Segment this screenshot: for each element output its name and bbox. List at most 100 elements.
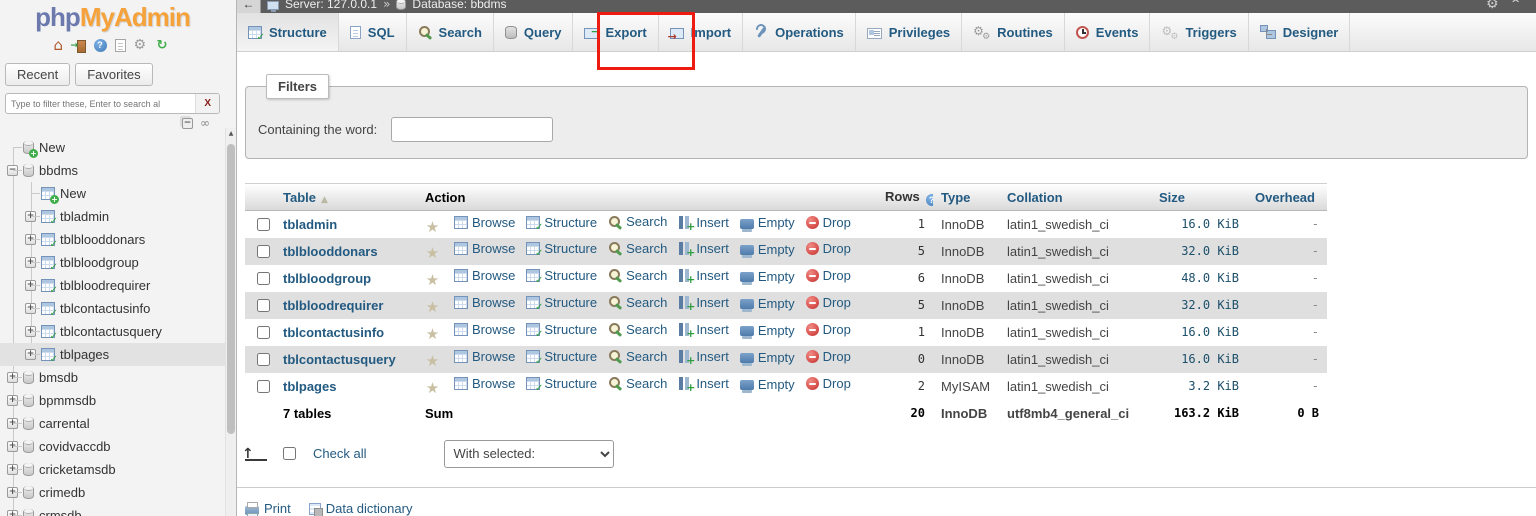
favorite-star-icon[interactable]: [425, 220, 440, 235]
table-name-link[interactable]: tblbloodrequirer: [283, 298, 383, 313]
expander-icon[interactable]: +: [25, 257, 36, 268]
action-insert-link[interactable]: Insert: [678, 376, 729, 394]
row-checkbox[interactable]: [257, 271, 270, 285]
back-button[interactable]: ←: [237, 0, 261, 13]
action-insert-link[interactable]: Insert: [678, 349, 729, 367]
action-empty-link[interactable]: Empty: [739, 323, 795, 340]
action-search-link[interactable]: Search: [608, 322, 667, 337]
header-table[interactable]: Table ▲: [275, 183, 417, 211]
tree-filter-input[interactable]: [6, 98, 196, 109]
tree-item-label[interactable]: tblcontactusquery: [60, 320, 162, 343]
reload-button[interactable]: [157, 38, 172, 53]
action-structure-link[interactable]: Structure: [526, 215, 597, 233]
expander-icon[interactable]: +: [7, 510, 18, 516]
tree-item-label[interactable]: tblblooddonars: [60, 228, 145, 251]
table-name-link[interactable]: tblcontactusquery: [283, 352, 396, 367]
action-browse-link[interactable]: Browse: [454, 295, 515, 310]
tree-item-label[interactable]: New: [39, 136, 65, 159]
action-insert-link[interactable]: Insert: [678, 268, 729, 286]
favorite-star-icon[interactable]: [425, 354, 440, 369]
expander-icon[interactable]: −: [7, 165, 18, 176]
table-name-link[interactable]: tblcontactusinfo: [283, 325, 384, 340]
tab-favorites[interactable]: Favorites: [75, 63, 153, 86]
action-search-link[interactable]: Search: [608, 268, 667, 283]
breadcrumb-server[interactable]: Server: 127.0.0.1: [285, 0, 377, 11]
tree-item-bpmmsdb[interactable]: + bpmmsdb: [0, 389, 225, 412]
expander-icon[interactable]: +: [25, 326, 36, 337]
favorite-star-icon[interactable]: [425, 246, 440, 261]
tree-item-tblblooddonars[interactable]: + tblblooddonars: [0, 228, 225, 251]
tab-structure[interactable]: Structure: [237, 13, 339, 51]
action-browse-link[interactable]: Browse: [454, 268, 515, 283]
tab-sql[interactable]: SQL: [339, 13, 407, 51]
settings-button[interactable]: [134, 38, 149, 53]
expander-icon[interactable]: +: [7, 372, 18, 383]
tab-export[interactable]: Export: [573, 13, 659, 51]
tab-operations[interactable]: Operations: [743, 13, 856, 51]
tree-item-label[interactable]: tblcontactusinfo: [60, 297, 150, 320]
filter-clear-button[interactable]: X: [195, 94, 219, 113]
with-selected-select[interactable]: With selected:: [444, 439, 615, 468]
tree-item-label[interactable]: covidvaccdb: [39, 435, 111, 458]
favorite-star-icon[interactable]: [425, 327, 440, 342]
action-search-link[interactable]: Search: [608, 376, 667, 391]
action-empty-link[interactable]: Empty: [739, 269, 795, 286]
tab-events[interactable]: Events: [1065, 13, 1151, 51]
expander-icon[interactable]: +: [25, 211, 36, 222]
action-search-link[interactable]: Search: [608, 295, 667, 310]
action-structure-link[interactable]: Structure: [526, 322, 597, 340]
action-drop-link[interactable]: Drop: [805, 241, 851, 256]
action-structure-link[interactable]: Structure: [526, 295, 597, 313]
table-name-link[interactable]: tblbloodgroup: [283, 271, 371, 286]
action-browse-link[interactable]: Browse: [454, 376, 515, 391]
scrollbar-up-arrow[interactable]: ▲: [226, 130, 236, 137]
tab-privileges[interactable]: Privileges: [856, 13, 963, 51]
tree-item-covidvaccdb[interactable]: + covidvaccdb: [0, 435, 225, 458]
action-drop-link[interactable]: Drop: [805, 295, 851, 310]
action-drop-link[interactable]: Drop: [805, 322, 851, 337]
tree-item-bbdms[interactable]: − bbdms: [0, 159, 225, 182]
tree-item-label[interactable]: New: [60, 182, 86, 205]
tree-item-tblcontactusquery[interactable]: + tblcontactusquery: [0, 320, 225, 343]
action-empty-link[interactable]: Empty: [739, 215, 795, 232]
header-overhead[interactable]: Overhead: [1247, 183, 1327, 211]
action-insert-link[interactable]: Insert: [678, 322, 729, 340]
tree-item-tblpages[interactable]: + tblpages: [0, 343, 225, 366]
home-button[interactable]: [54, 38, 69, 53]
tree-item-carrental[interactable]: + carrental: [0, 412, 225, 435]
tree-item-label[interactable]: bpmmsdb: [39, 389, 96, 412]
tree-item-label[interactable]: carrental: [39, 412, 90, 435]
action-browse-link[interactable]: Browse: [454, 322, 515, 337]
action-structure-link[interactable]: Structure: [526, 241, 597, 259]
action-drop-link[interactable]: Drop: [805, 349, 851, 364]
page-settings-icon[interactable]: [1486, 0, 1501, 12]
phpmyadmin-logo[interactable]: phpMyAdmin: [0, 0, 225, 32]
action-empty-link[interactable]: Empty: [739, 296, 795, 313]
action-drop-link[interactable]: Drop: [805, 215, 851, 230]
tab-import[interactable]: Import: [659, 13, 744, 51]
tree-item-label[interactable]: bbdms: [39, 159, 78, 182]
check-all-checkbox[interactable]: [283, 447, 296, 460]
action-browse-link[interactable]: Browse: [454, 349, 515, 364]
action-insert-link[interactable]: Insert: [678, 241, 729, 259]
favorite-star-icon[interactable]: [425, 273, 440, 288]
tree-item-tblcontactusinfo[interactable]: + tblcontactusinfo: [0, 297, 225, 320]
tree-item-tblbloodgroup[interactable]: + tblbloodgroup: [0, 251, 225, 274]
docs-button[interactable]: [114, 39, 126, 52]
tree-item-crmsdb[interactable]: + crmsdb: [0, 504, 225, 516]
collapse-all-icon[interactable]: [182, 118, 193, 129]
sidebar-scrollbar[interactable]: ▲: [225, 0, 236, 516]
tree-item-label[interactable]: tblbloodgroup: [60, 251, 139, 274]
action-insert-link[interactable]: Insert: [678, 295, 729, 313]
collapse-toolbar-icon[interactable]: [1511, 0, 1526, 12]
row-checkbox[interactable]: [257, 325, 270, 339]
expander-icon[interactable]: +: [7, 395, 18, 406]
action-search-link[interactable]: Search: [608, 241, 667, 256]
tree-item-label[interactable]: tblbloodrequirer: [60, 274, 150, 297]
expander-icon[interactable]: +: [25, 280, 36, 291]
header-type[interactable]: Type: [933, 183, 999, 211]
table-name-link[interactable]: tblblooddonars: [283, 244, 378, 259]
row-checkbox[interactable]: [257, 379, 270, 393]
tree-item-tbladmin[interactable]: + tbladmin: [0, 205, 225, 228]
action-empty-link[interactable]: Empty: [739, 350, 795, 367]
